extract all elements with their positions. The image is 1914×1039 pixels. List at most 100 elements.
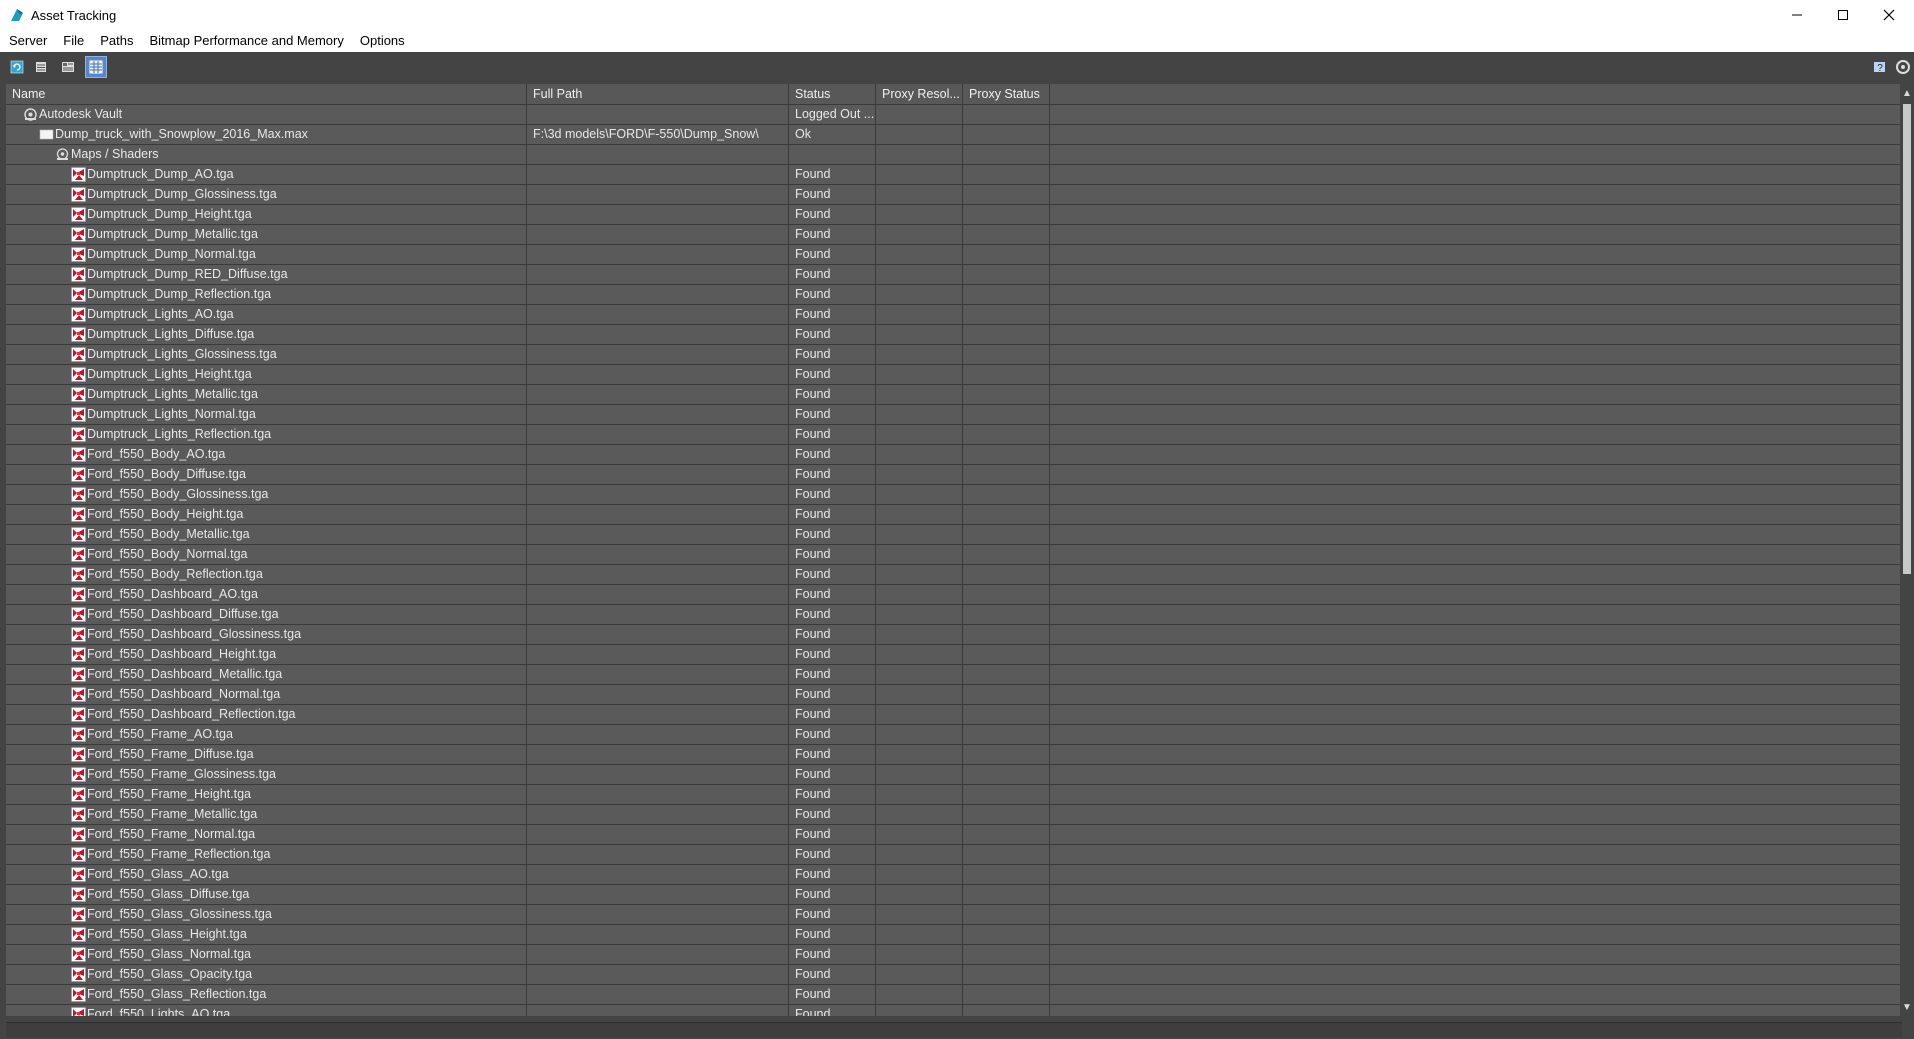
cell-full-path[interactable]: [527, 765, 789, 784]
cell-proxy-status[interactable]: [963, 505, 1050, 524]
refresh-button[interactable]: [7, 57, 27, 77]
cell-name[interactable]: Ford_f550_Frame_Metallic.tga: [6, 805, 527, 824]
cell-name[interactable]: Ford_f550_Glass_Normal.tga: [6, 945, 527, 964]
table-row[interactable]: Ford_f550_Dashboard_Normal.tga Found: [6, 685, 1902, 705]
cell-proxy-resolution[interactable]: [876, 185, 963, 204]
maximize-button[interactable]: [1820, 0, 1866, 30]
cell-full-path[interactable]: [527, 645, 789, 664]
cell-proxy-resolution[interactable]: [876, 965, 963, 984]
table-row[interactable]: Ford_f550_Frame_Glossiness.tga Found: [6, 765, 1902, 785]
cell-name[interactable]: Ford_f550_Body_Normal.tga: [6, 545, 527, 564]
cell-name[interactable]: Ford_f550_Body_Height.tga: [6, 505, 527, 524]
table-row[interactable]: Ford_f550_Dashboard_Metallic.tga Found: [6, 665, 1902, 685]
table-row[interactable]: Dumptruck_Lights_Normal.tga Found: [6, 405, 1902, 425]
minimize-button[interactable]: [1774, 0, 1820, 30]
cell-proxy-resolution[interactable]: [876, 505, 963, 524]
cell-proxy-status[interactable]: [963, 185, 1050, 204]
column-header-proxy-status[interactable]: Proxy Status: [963, 84, 1050, 104]
cell-name[interactable]: Ford_f550_Frame_AO.tga: [6, 725, 527, 744]
table-row[interactable]: Ford_f550_Glass_Opacity.tga Found: [6, 965, 1902, 985]
cell-proxy-status[interactable]: [963, 565, 1050, 584]
cell-proxy-status[interactable]: [963, 425, 1050, 444]
cell-proxy-status[interactable]: [963, 525, 1050, 544]
cell-proxy-resolution[interactable]: [876, 305, 963, 324]
cell-name[interactable]: Dumptruck_Lights_Height.tga: [6, 365, 527, 384]
cell-status[interactable]: Found: [789, 265, 876, 284]
cell-full-path[interactable]: [527, 885, 789, 904]
cell-full-path[interactable]: [527, 865, 789, 884]
cell-name[interactable]: Ford_f550_Body_Reflection.tga: [6, 565, 527, 584]
cell-status[interactable]: Found: [789, 305, 876, 324]
cell-status[interactable]: Found: [789, 905, 876, 924]
table-row[interactable]: Dumptruck_Dump_Reflection.tga Found: [6, 285, 1902, 305]
cell-status[interactable]: Found: [789, 445, 876, 464]
cell-proxy-status[interactable]: [963, 125, 1050, 144]
cell-full-path[interactable]: [527, 825, 789, 844]
cell-full-path[interactable]: [527, 245, 789, 264]
table-row[interactable]: Dumptruck_Lights_Metallic.tga Found: [6, 385, 1902, 405]
cell-name[interactable]: Ford_f550_Glass_Height.tga: [6, 925, 527, 944]
cell-name[interactable]: Ford_f550_Lights_AO.tga: [6, 1005, 527, 1016]
cell-proxy-status[interactable]: [963, 865, 1050, 884]
cell-proxy-status[interactable]: [963, 485, 1050, 504]
cell-status[interactable]: Found: [789, 585, 876, 604]
cell-proxy-resolution[interactable]: [876, 405, 963, 424]
cell-name[interactable]: Dumptruck_Dump_Metallic.tga: [6, 225, 527, 244]
cell-proxy-resolution[interactable]: [876, 205, 963, 224]
cell-proxy-status[interactable]: [963, 345, 1050, 364]
table-row[interactable]: Dumptruck_Lights_Height.tga Found: [6, 365, 1902, 385]
cell-proxy-resolution[interactable]: [876, 865, 963, 884]
cell-status[interactable]: Found: [789, 505, 876, 524]
cell-status[interactable]: Found: [789, 605, 876, 624]
cell-proxy-resolution[interactable]: [876, 845, 963, 864]
cell-full-path[interactable]: [527, 305, 789, 324]
cell-status[interactable]: Found: [789, 565, 876, 584]
cell-name[interactable]: Ford_f550_Dashboard_Diffuse.tga: [6, 605, 527, 624]
cell-name[interactable]: Dumptruck_Dump_Height.tga: [6, 205, 527, 224]
vault-settings-button[interactable]: [1893, 57, 1913, 77]
cell-status[interactable]: Found: [789, 205, 876, 224]
cell-full-path[interactable]: [527, 625, 789, 644]
cell-proxy-resolution[interactable]: [876, 425, 963, 444]
cell-proxy-resolution[interactable]: [876, 545, 963, 564]
cell-proxy-status[interactable]: [963, 1005, 1050, 1016]
cell-name[interactable]: Maps / Shaders: [6, 145, 527, 164]
scroll-up-arrow[interactable]: ▲: [1900, 86, 1914, 100]
cell-proxy-status[interactable]: [963, 365, 1050, 384]
cell-name[interactable]: Dumptruck_Lights_Metallic.tga: [6, 385, 527, 404]
cell-name[interactable]: Autodesk Vault: [6, 105, 527, 124]
cell-name[interactable]: Dumptruck_Lights_Glossiness.tga: [6, 345, 527, 364]
scroll-thumb[interactable]: [1903, 104, 1911, 574]
cell-proxy-resolution[interactable]: [876, 285, 963, 304]
table-row[interactable]: Dump_truck_with_Snowplow_2016_Max.max F:\…: [6, 125, 1902, 145]
cell-proxy-resolution[interactable]: [876, 1005, 963, 1016]
cell-full-path[interactable]: [527, 365, 789, 384]
cell-status[interactable]: Found: [789, 925, 876, 944]
cell-name[interactable]: Ford_f550_Dashboard_AO.tga: [6, 585, 527, 604]
cell-status[interactable]: Found: [789, 285, 876, 304]
scroll-down-arrow[interactable]: ▼: [1900, 1000, 1914, 1014]
cell-proxy-status[interactable]: [963, 545, 1050, 564]
cell-status[interactable]: Found: [789, 185, 876, 204]
cell-proxy-resolution[interactable]: [876, 685, 963, 704]
menu-options[interactable]: Options: [352, 30, 413, 52]
cell-full-path[interactable]: [527, 205, 789, 224]
cell-full-path[interactable]: [527, 485, 789, 504]
vertical-scrollbar[interactable]: ▲ ▼: [1900, 84, 1914, 1016]
table-row[interactable]: Ford_f550_Body_Glossiness.tga Found: [6, 485, 1902, 505]
cell-name[interactable]: Dumptruck_Lights_Normal.tga: [6, 405, 527, 424]
cell-name[interactable]: Dumptruck_Lights_Diffuse.tga: [6, 325, 527, 344]
table-row[interactable]: Dumptruck_Dump_Glossiness.tga Found: [6, 185, 1902, 205]
cell-name[interactable]: Dump_truck_with_Snowplow_2016_Max.max: [6, 125, 527, 144]
table-row[interactable]: Ford_f550_Dashboard_AO.tga Found: [6, 585, 1902, 605]
cell-full-path[interactable]: [527, 285, 789, 304]
table-row[interactable]: Ford_f550_Body_Metallic.tga Found: [6, 525, 1902, 545]
cell-full-path[interactable]: [527, 325, 789, 344]
cell-full-path[interactable]: [527, 585, 789, 604]
column-header-full-path[interactable]: Full Path: [527, 84, 789, 104]
cell-proxy-status[interactable]: [963, 825, 1050, 844]
cell-name[interactable]: Ford_f550_Glass_Opacity.tga: [6, 965, 527, 984]
list-view-button[interactable]: [31, 57, 51, 77]
cell-proxy-status[interactable]: [963, 845, 1050, 864]
table-row[interactable]: Dumptruck_Lights_AO.tga Found: [6, 305, 1902, 325]
